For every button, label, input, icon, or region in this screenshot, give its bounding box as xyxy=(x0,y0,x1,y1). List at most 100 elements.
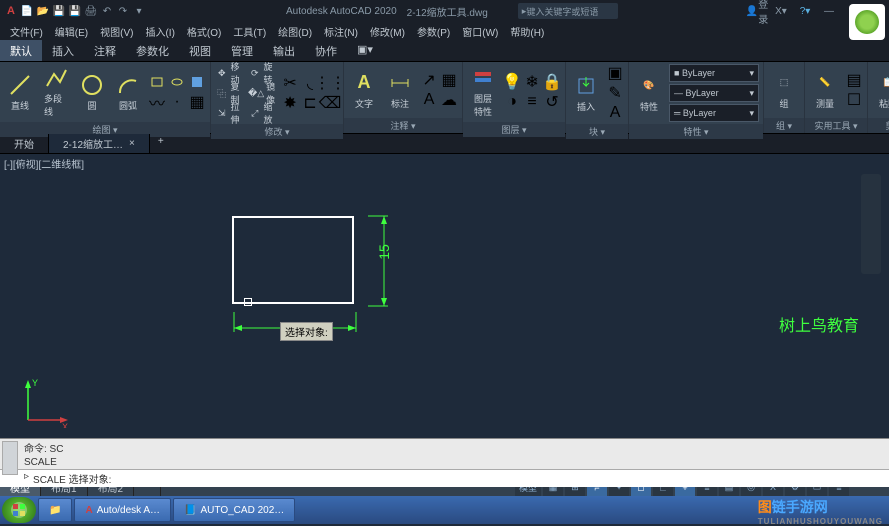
panel-block-label[interactable]: 块 ▾ xyxy=(566,124,628,139)
layerprop-button[interactable]: 图层 特性 xyxy=(467,64,499,120)
edit-block-icon[interactable]: ✎ xyxy=(606,84,624,102)
menu-param[interactable]: 参数(P) xyxy=(411,22,456,40)
color-combo[interactable]: ■ ByLayer▾ xyxy=(669,64,759,82)
search-input[interactable]: ▸ 键入关键字或短语 xyxy=(518,3,618,19)
qat-open-icon[interactable]: 📂 xyxy=(36,4,50,18)
menu-draw[interactable]: 绘图(D) xyxy=(272,22,318,40)
menu-format[interactable]: 格式(O) xyxy=(181,22,227,40)
menu-tools[interactable]: 工具(T) xyxy=(227,22,272,40)
panel-util-label[interactable]: 实用工具 ▾ xyxy=(805,118,867,133)
paste-button[interactable]: 📋粘贴 xyxy=(872,69,889,112)
doctab-close-icon[interactable]: × xyxy=(129,138,135,149)
doctab-current[interactable]: 2-12缩放工…× xyxy=(49,134,150,153)
menu-dim[interactable]: 标注(N) xyxy=(318,22,364,40)
hatch-icon[interactable] xyxy=(188,73,206,91)
ribtab-extra-icon[interactable]: ▣▾ xyxy=(347,40,383,61)
panel-group-label[interactable]: 组 ▾ xyxy=(764,118,804,133)
array-icon[interactable]: ⋮⋮ xyxy=(321,74,339,92)
menu-edit[interactable]: 编辑(E) xyxy=(49,22,94,40)
layeriso-icon[interactable]: ◑ xyxy=(503,93,521,111)
ribtab-output[interactable]: 输出 xyxy=(263,40,305,61)
menu-modify[interactable]: 修改(M) xyxy=(364,22,411,40)
qat-undo-icon[interactable]: ↶ xyxy=(100,4,114,18)
menu-window[interactable]: 窗口(W) xyxy=(456,22,504,40)
task-explorer-icon[interactable]: 📁 xyxy=(38,498,72,522)
select-icon[interactable]: ☐ xyxy=(845,91,863,109)
help-icon[interactable]: ?▾ xyxy=(797,3,813,19)
task-doc[interactable]: 📘AUTO_CAD 202… xyxy=(173,498,295,522)
layermatch-icon[interactable]: ≡ xyxy=(523,93,541,111)
panel-modify-label[interactable]: 修改 ▾ xyxy=(211,124,343,139)
ribtab-view[interactable]: 视图 xyxy=(179,40,221,61)
qat-saveas-icon[interactable]: 💾 xyxy=(68,4,82,18)
measure-button[interactable]: 📏测量 xyxy=(809,69,841,112)
insert-button[interactable]: 插入 xyxy=(570,72,602,115)
scale-button[interactable]: ⤢缩放 xyxy=(248,104,277,122)
ribtab-default[interactable]: 默认 xyxy=(0,40,42,61)
panel-layer-label[interactable]: 图层 ▾ xyxy=(463,122,565,137)
erase-icon[interactable]: ⌫ xyxy=(321,94,339,112)
mtext-icon[interactable]: A xyxy=(420,91,438,109)
exchange-icon[interactable]: X▾ xyxy=(773,3,789,19)
task-autocad[interactable]: AAuto/desk A… xyxy=(74,498,171,522)
ribtab-insert[interactable]: 插入 xyxy=(42,40,84,61)
layerlock-icon[interactable]: 🔒 xyxy=(543,73,561,91)
viewport-label[interactable]: [-][俯视][二维线框] xyxy=(4,156,84,171)
point-icon[interactable]: · xyxy=(168,93,186,111)
ribtab-collab[interactable]: 协作 xyxy=(305,40,347,61)
lweight-combo[interactable]: ═ ByLayer▾ xyxy=(669,104,759,122)
table-icon[interactable]: ▦ xyxy=(440,71,458,89)
min-icon[interactable]: — xyxy=(821,3,837,19)
panel-props-label[interactable]: 特性 ▾ xyxy=(629,124,763,139)
qat-save-icon[interactable]: 💾 xyxy=(52,4,66,18)
layeron-icon[interactable]: 💡 xyxy=(503,73,521,91)
menu-view[interactable]: 视图(V) xyxy=(94,22,139,40)
ribtab-manage[interactable]: 管理 xyxy=(221,40,263,61)
layerprev-icon[interactable]: ↺ xyxy=(543,93,561,111)
leader-icon[interactable]: ↗ xyxy=(420,71,438,89)
nav-bar[interactable] xyxy=(861,174,881,274)
spline-icon[interactable]: 〰 xyxy=(148,93,166,111)
ltype-combo[interactable]: — ByLayer▾ xyxy=(669,84,759,102)
arc-button[interactable]: 圆弧 xyxy=(112,71,144,114)
stretch-button[interactable]: ⇲拉伸 xyxy=(215,104,244,122)
dim-button[interactable]: 标注 xyxy=(384,69,416,112)
qat-more-icon[interactable]: ▾ xyxy=(132,4,146,18)
line-button[interactable]: 直线 xyxy=(4,71,36,114)
command-area[interactable]: 命令: SC SCALE ▹SCALE 选择对象: xyxy=(0,438,889,478)
rect-icon[interactable] xyxy=(148,73,166,91)
calc-icon[interactable]: ▤ xyxy=(845,71,863,89)
cmd-handle-icon[interactable] xyxy=(2,441,18,475)
doctab-plus[interactable]: + xyxy=(150,134,172,153)
ribtab-param[interactable]: 参数化 xyxy=(126,40,179,61)
menu-insert[interactable]: 插入(I) xyxy=(139,22,180,40)
layerfreeze-icon[interactable]: ❄ xyxy=(523,73,541,91)
ribtab-annot[interactable]: 注释 xyxy=(84,40,126,61)
drawing-area[interactable]: [-][俯视][二维线框] 15 选择对象: 树上鸟教育 Y X 图链手游网 T… xyxy=(0,154,889,438)
circle-button[interactable]: 圆 xyxy=(76,71,108,114)
group-button[interactable]: ⬚组 xyxy=(768,69,800,112)
panel-annot-label[interactable]: 注释 ▾ xyxy=(344,118,462,133)
start-button[interactable] xyxy=(2,497,36,523)
offset-icon[interactable]: ⊏ xyxy=(301,94,319,112)
qat-plot-icon[interactable]: 🖨 xyxy=(84,4,98,18)
menu-help[interactable]: 帮助(H) xyxy=(504,22,550,40)
explode-icon[interactable]: ✸ xyxy=(281,94,299,112)
attr-block-icon[interactable]: A xyxy=(606,104,624,122)
ellipse-icon[interactable] xyxy=(168,73,186,91)
props-button[interactable]: 🎨特性 xyxy=(633,72,665,115)
menu-file[interactable]: 文件(F) xyxy=(4,22,49,40)
polyline-button[interactable]: 多段线 xyxy=(40,64,72,120)
text-button[interactable]: A文字 xyxy=(348,69,380,112)
command-input[interactable]: ▹SCALE 选择对象: xyxy=(0,469,889,487)
region-icon[interactable]: ▦ xyxy=(188,93,206,111)
qat-redo-icon[interactable]: ↷ xyxy=(116,4,130,18)
cloud-icon[interactable]: ☁ xyxy=(440,91,458,109)
create-block-icon[interactable]: ▣ xyxy=(606,64,624,82)
app-icon[interactable]: A xyxy=(4,4,18,18)
panel-clip-label[interactable]: 剪贴板 xyxy=(868,118,889,133)
login-button[interactable]: 👤 登录 xyxy=(749,3,765,19)
qat-new-icon[interactable]: 📄 xyxy=(20,4,34,18)
doctab-start[interactable]: 开始 xyxy=(0,134,49,153)
trim-icon[interactable]: ✂ xyxy=(281,74,299,92)
